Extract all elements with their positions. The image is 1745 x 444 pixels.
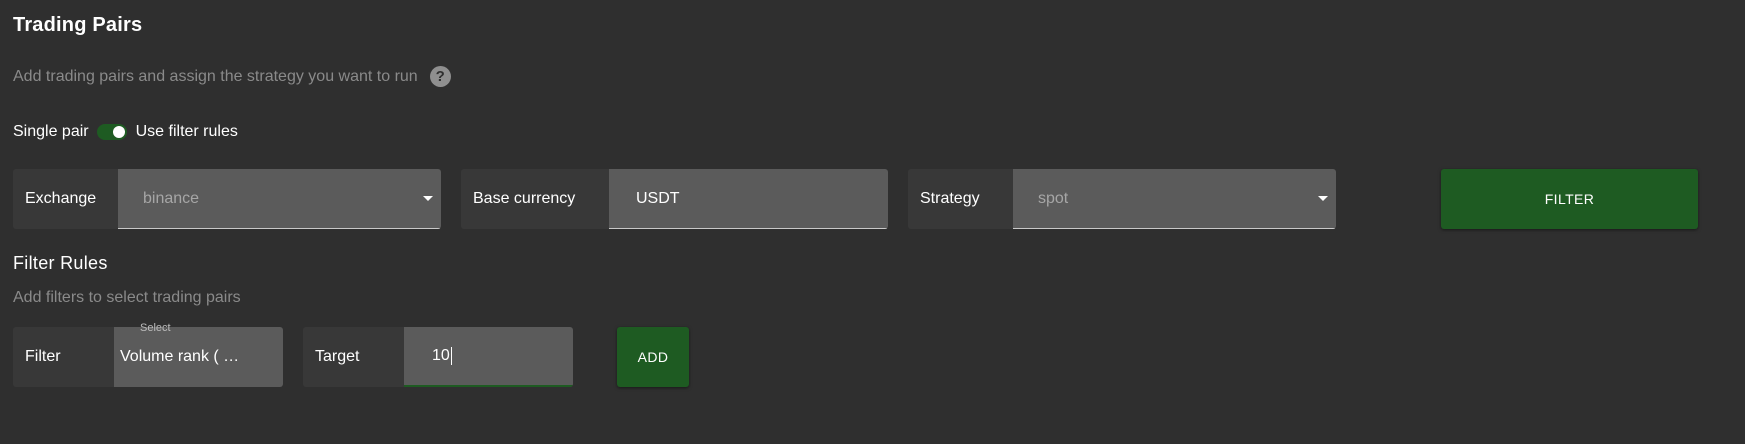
target-label: Target (303, 327, 404, 387)
filter-select[interactable]: Volume rank ( … (114, 327, 283, 387)
chevron-down-icon (1318, 196, 1328, 201)
strategy-field: Strategy spot (908, 169, 1336, 229)
base-currency-value: USDT (636, 189, 680, 207)
exchange-label: Exchange (13, 169, 118, 229)
single-pair-label: Single pair (13, 123, 89, 140)
filter-button[interactable]: FILTER (1441, 169, 1698, 229)
strategy-select[interactable]: spot (1013, 169, 1336, 229)
page-subtitle: Add trading pairs and assign the strateg… (13, 66, 451, 87)
filter-rules-subtitle: Add filters to select trading pairs (13, 289, 241, 306)
add-button[interactable]: ADD (617, 327, 689, 387)
filter-rules-title: Filter Rules (13, 253, 108, 273)
strategy-label: Strategy (908, 169, 1013, 229)
base-currency-label: Base currency (461, 169, 609, 229)
filter-float-label: Select (140, 322, 171, 334)
filter-value: Volume rank ( … (120, 348, 240, 365)
switch-knob (112, 126, 125, 138)
exchange-field: Exchange binance (13, 169, 441, 229)
filter-field: Filter Volume rank ( … (13, 327, 283, 387)
target-input[interactable]: 10 (404, 327, 573, 387)
target-field: Target 10 (303, 327, 573, 387)
chevron-down-icon (423, 196, 433, 201)
mode-toggle-row: Single pair Use filter rules (13, 123, 238, 141)
page-title: Trading Pairs (13, 14, 143, 36)
exchange-select[interactable]: binance (118, 169, 441, 229)
exchange-value: binance (143, 189, 200, 207)
trading-pairs-page: Trading Pairs Add trading pairs and assi… (0, 0, 1745, 444)
help-circle-icon[interactable]: ? (429, 66, 451, 87)
use-filter-rules-label: Use filter rules (135, 123, 238, 140)
page-subtitle-text: Add trading pairs and assign the strateg… (13, 67, 418, 85)
text-cursor (450, 347, 452, 365)
target-value: 10 (432, 347, 450, 364)
strategy-value: spot (1038, 189, 1069, 207)
filter-mode-switch[interactable] (96, 124, 127, 140)
base-currency-field: Base currency USDT (461, 169, 888, 229)
base-currency-input[interactable]: USDT (609, 169, 888, 229)
filter-label: Filter (13, 327, 114, 387)
